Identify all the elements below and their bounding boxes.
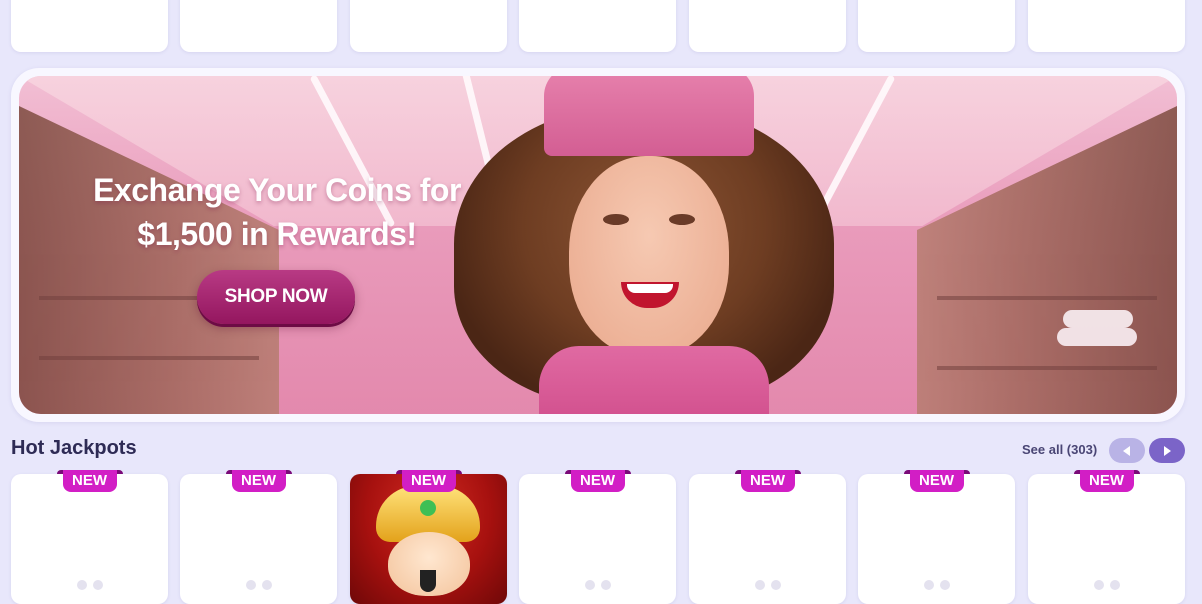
character-eye: [603, 214, 629, 225]
banner-headline-line2: $1,500 in Rewards!: [137, 216, 417, 252]
game-card[interactable]: [11, 0, 168, 52]
loading-indicator: [754, 580, 781, 590]
loading-indicator: [584, 580, 611, 590]
carousel-prev-button[interactable]: [1109, 438, 1145, 463]
game-thumbnail-fortune-god: [350, 474, 507, 604]
shelf: [937, 296, 1157, 300]
jackpot-game-card[interactable]: NEW: [350, 470, 507, 604]
character-smile: [621, 282, 679, 308]
new-badge: NEW: [903, 470, 970, 492]
shelf: [39, 356, 259, 360]
top-games-row: [11, 0, 1185, 52]
promo-banner[interactable]: Exchange Your Coins for $1,500 in Reward…: [19, 76, 1177, 414]
loading-indicator: [923, 580, 950, 590]
fortune-god-beard: [420, 570, 436, 592]
game-card[interactable]: [1028, 0, 1185, 52]
new-badge: NEW: [734, 470, 801, 492]
character-hat: [544, 76, 754, 156]
banner-headline: Exchange Your Coins for $1,500 in Reward…: [67, 168, 487, 256]
shelf: [937, 366, 1157, 370]
chevron-right-icon: [1164, 445, 1171, 456]
jackpot-game-card[interactable]: NEW: [858, 470, 1015, 604]
new-badge: NEW: [564, 470, 631, 492]
game-card[interactable]: [180, 0, 337, 52]
new-badge: NEW: [395, 470, 462, 492]
game-card[interactable]: [519, 0, 676, 52]
carousel-next-button[interactable]: [1149, 438, 1185, 463]
banner-character: [429, 76, 869, 414]
loading-indicator: [245, 580, 272, 590]
jackpot-game-card[interactable]: NEW: [1028, 470, 1185, 604]
shop-now-button[interactable]: SHOP NOW: [197, 270, 355, 324]
new-badge: NEW: [1073, 470, 1140, 492]
promo-banner-frame: Exchange Your Coins for $1,500 in Reward…: [11, 68, 1185, 422]
see-all-link[interactable]: See all (303): [1022, 442, 1097, 457]
banner-headline-line1: Exchange Your Coins for: [93, 172, 461, 208]
character-teeth: [627, 284, 673, 293]
folded-towel: [1063, 310, 1133, 328]
character-face: [569, 156, 729, 356]
jackpot-game-card[interactable]: NEW: [180, 470, 337, 604]
jackpot-game-card[interactable]: NEW: [519, 470, 676, 604]
fortune-god-gem: [420, 500, 436, 516]
folded-towel: [1057, 328, 1137, 346]
loading-indicator: [76, 580, 103, 590]
game-card[interactable]: [858, 0, 1015, 52]
new-badge: NEW: [56, 470, 123, 492]
character-eye: [669, 214, 695, 225]
jackpot-game-card[interactable]: NEW: [689, 470, 846, 604]
new-badge: NEW: [225, 470, 292, 492]
loading-indicator: [1093, 580, 1120, 590]
chevron-left-icon: [1123, 445, 1130, 456]
game-card[interactable]: [689, 0, 846, 52]
game-card[interactable]: [350, 0, 507, 52]
section-title-hot-jackpots: Hot Jackpots: [11, 437, 137, 459]
character-dress: [539, 346, 769, 414]
jackpot-game-card[interactable]: NEW: [11, 470, 168, 604]
